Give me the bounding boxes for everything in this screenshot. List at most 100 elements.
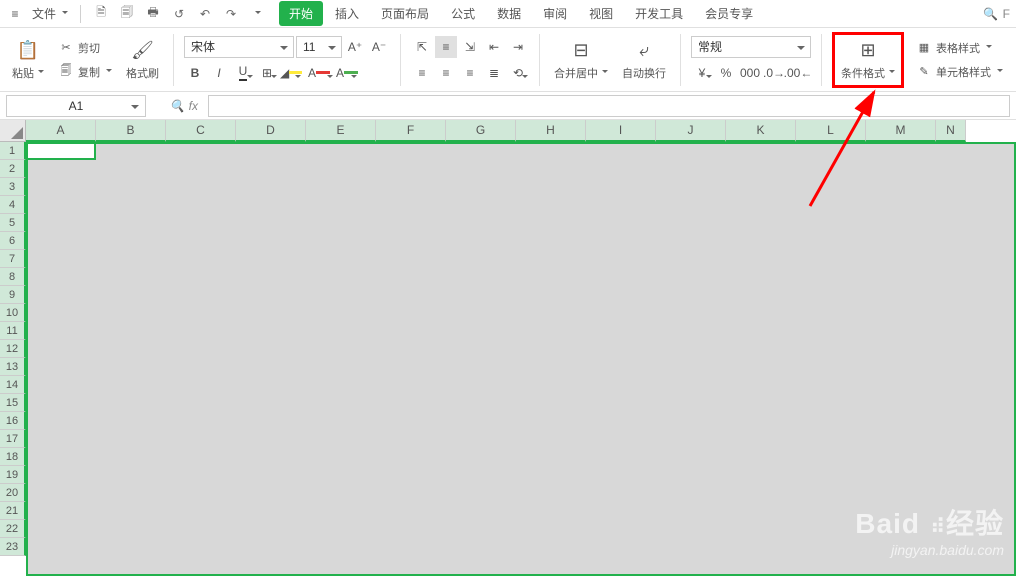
align-center-button[interactable]: ≡ — [435, 62, 457, 84]
column-header[interactable]: M — [866, 120, 936, 142]
name-box[interactable]: A1 — [6, 95, 146, 117]
column-header[interactable]: H — [516, 120, 586, 142]
row-header[interactable]: 20 — [0, 484, 26, 502]
table-style-button[interactable]: ▦表格样式 — [912, 38, 1007, 58]
tab-insert[interactable]: 插入 — [325, 1, 369, 26]
qa-more-icon[interactable] — [247, 4, 267, 24]
highlight-button[interactable]: A — [336, 62, 358, 84]
copy-button[interactable]: 🗐复制 — [54, 62, 116, 82]
row-header[interactable]: 13 — [0, 358, 26, 376]
increase-decimal-button[interactable]: .0→ — [763, 62, 785, 84]
column-header[interactable]: L — [796, 120, 866, 142]
select-all-corner[interactable] — [0, 120, 26, 142]
paste-button[interactable]: 📋 粘贴 — [8, 37, 48, 83]
italic-button[interactable]: I — [208, 62, 230, 84]
tab-data[interactable]: 数据 — [487, 1, 531, 26]
tab-review[interactable]: 审阅 — [533, 1, 577, 26]
row-header[interactable]: 18 — [0, 448, 26, 466]
row-header[interactable]: 9 — [0, 286, 26, 304]
qa-preview-icon[interactable]: ↺ — [169, 4, 189, 24]
row-header[interactable]: 1 — [0, 142, 26, 160]
row-header[interactable]: 21 — [0, 502, 26, 520]
ribbon-styles: ▦表格样式 ✎单元格样式 — [912, 38, 1007, 82]
column-header[interactable]: I — [586, 120, 656, 142]
active-cell[interactable] — [26, 142, 96, 160]
column-header[interactable]: E — [306, 120, 376, 142]
orientation-button[interactable]: ⟲ — [507, 62, 529, 84]
row-header[interactable]: 7 — [0, 250, 26, 268]
tab-developer[interactable]: 开发工具 — [625, 1, 693, 26]
formula-input[interactable] — [208, 95, 1010, 117]
qa-save-icon[interactable]: 🗎 — [91, 4, 111, 24]
qa-undo-icon[interactable]: ↶ — [195, 4, 215, 24]
underline-button[interactable]: U — [232, 62, 254, 84]
percent-button[interactable]: % — [715, 62, 737, 84]
menu-hamburger-icon[interactable]: ≡ — [6, 5, 24, 23]
cell-style-button[interactable]: ✎单元格样式 — [912, 62, 1007, 82]
row-header[interactable]: 3 — [0, 178, 26, 196]
qa-print-icon[interactable]: 🖶 — [143, 4, 163, 24]
border-button[interactable]: ⊞ — [256, 62, 278, 84]
tab-view[interactable]: 视图 — [579, 1, 623, 26]
column-header[interactable]: N — [936, 120, 966, 142]
justify-button[interactable]: ≣ — [483, 62, 505, 84]
column-header[interactable]: J — [656, 120, 726, 142]
currency-button[interactable]: ¥ — [691, 62, 713, 84]
column-header[interactable]: F — [376, 120, 446, 142]
column-header[interactable]: C — [166, 120, 236, 142]
search-shortcut: F — [1003, 7, 1010, 21]
row-header[interactable]: 4 — [0, 196, 26, 214]
increase-indent-button[interactable]: ⇥ — [507, 36, 529, 58]
tab-member[interactable]: 会员专享 — [695, 1, 763, 26]
column-header[interactable]: K — [726, 120, 796, 142]
row-header[interactable]: 10 — [0, 304, 26, 322]
fx-label[interactable]: 🔍 fx — [152, 99, 202, 113]
font-name-select[interactable]: 宋体 — [184, 36, 294, 58]
align-middle-button[interactable]: ≡ — [435, 36, 457, 58]
column-header[interactable]: G — [446, 120, 516, 142]
row-header[interactable]: 14 — [0, 376, 26, 394]
align-top-button[interactable]: ⇱ — [411, 36, 433, 58]
row-header[interactable]: 16 — [0, 412, 26, 430]
row-header[interactable]: 23 — [0, 538, 26, 556]
row-header[interactable]: 19 — [0, 466, 26, 484]
comma-button[interactable]: 000 — [739, 62, 761, 84]
column-header[interactable]: D — [236, 120, 306, 142]
row-header[interactable]: 2 — [0, 160, 26, 178]
row-header[interactable]: 22 — [0, 520, 26, 538]
column-header[interactable]: B — [96, 120, 166, 142]
row-header[interactable]: 17 — [0, 430, 26, 448]
tab-formula[interactable]: 公式 — [441, 1, 485, 26]
number-format-select[interactable]: 常规 — [691, 36, 811, 58]
row-header[interactable]: 5 — [0, 214, 26, 232]
tab-page-layout[interactable]: 页面布局 — [371, 1, 439, 26]
row-header[interactable]: 11 — [0, 322, 26, 340]
align-bottom-button[interactable]: ⇲ — [459, 36, 481, 58]
column-header[interactable]: A — [26, 120, 96, 142]
cut-button[interactable]: ✂剪切 — [54, 38, 116, 58]
row-header[interactable]: 8 — [0, 268, 26, 286]
bold-button[interactable]: B — [184, 62, 206, 84]
font-size-select[interactable]: 11 — [296, 36, 342, 58]
menu-file[interactable]: 文件 — [26, 5, 74, 22]
align-left-button[interactable]: ≡ — [411, 62, 433, 84]
merge-center-button[interactable]: ⊟ 合并居中 — [550, 37, 612, 83]
qa-redo-icon[interactable]: ↷ — [221, 4, 241, 24]
fill-color-button[interactable]: ◢ — [280, 62, 302, 84]
align-right-button[interactable]: ≡ — [459, 62, 481, 84]
row-header[interactable]: 6 — [0, 232, 26, 250]
font-color-button[interactable]: A — [304, 62, 334, 84]
conditional-format-button[interactable]: ⊞ 条件格式 — [837, 37, 899, 83]
row-header[interactable]: 12 — [0, 340, 26, 358]
increase-font-button[interactable]: A⁺ — [344, 36, 366, 58]
format-painter-button[interactable]: 🖌 格式刷 — [122, 37, 163, 83]
decrease-font-button[interactable]: A⁻ — [368, 36, 390, 58]
decrease-decimal-button[interactable]: .00← — [787, 62, 809, 84]
cell-style-icon: ✎ — [916, 64, 932, 80]
qa-saveas-icon[interactable]: 🗐 — [117, 4, 137, 24]
tab-start[interactable]: 开始 — [279, 1, 323, 26]
row-header[interactable]: 15 — [0, 394, 26, 412]
decrease-indent-button[interactable]: ⇤ — [483, 36, 505, 58]
search-icon[interactable]: 🔍 — [981, 4, 1001, 24]
wrap-text-button[interactable]: ⤶ 自动换行 — [618, 37, 670, 83]
